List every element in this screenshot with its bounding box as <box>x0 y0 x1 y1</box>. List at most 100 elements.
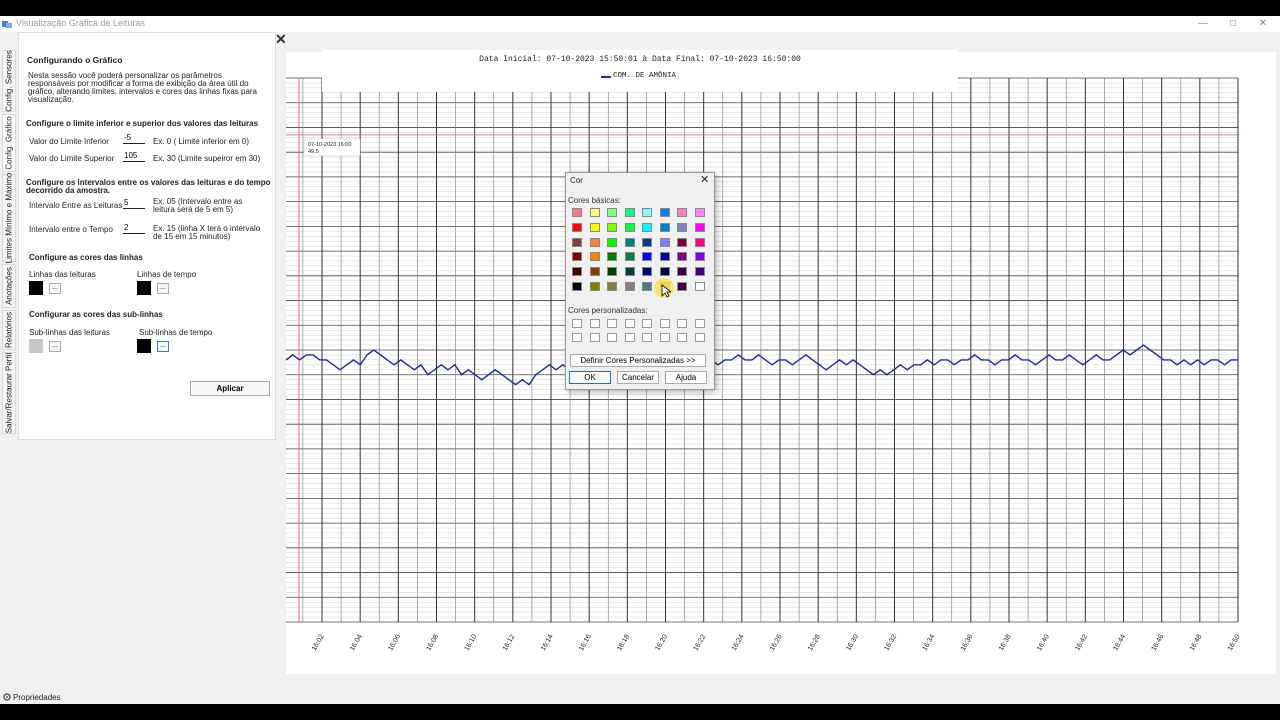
basic-color-swatch[interactable] <box>607 222 617 232</box>
basic-color-swatch[interactable] <box>589 208 600 217</box>
color-dialog-close-icon[interactable]: ✕ <box>700 173 709 186</box>
custom-color-swatch[interactable] <box>572 333 582 342</box>
reading-sublines-color-button[interactable]: ... <box>49 341 61 352</box>
x-tick-label: 16:24 <box>731 633 746 652</box>
basic-color-swatch[interactable] <box>694 282 705 291</box>
basic-color-swatch[interactable] <box>624 282 635 291</box>
custom-color-swatch[interactable] <box>659 319 670 328</box>
basic-color-swatch[interactable] <box>624 267 635 277</box>
upper-limit-input[interactable]: 105 <box>123 151 145 162</box>
custom-color-swatch[interactable] <box>589 319 600 328</box>
basic-color-swatch[interactable] <box>642 222 652 232</box>
basic-color-swatch[interactable] <box>642 267 652 277</box>
time-interval-input[interactable]: 2 <box>123 223 145 234</box>
basic-color-swatch[interactable] <box>659 252 670 262</box>
custom-color-swatch[interactable] <box>589 333 600 342</box>
tab-config-sensores[interactable]: Config. Sensores <box>2 50 16 112</box>
tab-relatorios[interactable]: Relatórios <box>2 310 16 350</box>
time-sublines-color-button[interactable]: ... <box>157 341 169 352</box>
chart-title: Data Inicial: 07-10-2023 15:50:01 à Data… <box>479 55 801 64</box>
x-tick-label: 16:32 <box>883 633 898 652</box>
basic-color-swatch[interactable] <box>694 252 705 262</box>
status-properties[interactable]: Propriedades <box>13 693 61 702</box>
basic-color-swatch[interactable] <box>677 282 687 291</box>
panel-close-icon[interactable]: ✕ <box>275 31 287 48</box>
custom-colors-label: Cores personalizadas: <box>568 306 648 315</box>
custom-color-swatch[interactable] <box>624 319 635 328</box>
tab-config-grafico[interactable]: Config. Gráfico <box>2 114 16 172</box>
basic-color-swatch[interactable] <box>589 282 600 291</box>
time-sublines-label: Sub-linhas de tempo <box>139 328 213 337</box>
basic-color-swatch[interactable] <box>607 237 617 247</box>
basic-color-swatch[interactable] <box>624 222 635 232</box>
lower-limit-input[interactable]: -5 <box>123 133 145 144</box>
tab-anotacoes[interactable]: Anotações <box>2 264 16 308</box>
x-tick-label: 16:22 <box>693 633 708 652</box>
basic-color-swatch[interactable] <box>607 208 617 217</box>
reading-sublines-color-swatch <box>29 339 43 353</box>
ok-button[interactable]: OK <box>569 371 611 384</box>
apply-button[interactable]: Aplicar <box>190 381 270 396</box>
maximize-button[interactable]: □ <box>1218 16 1248 32</box>
time-lines-color-button[interactable]: ... <box>157 283 169 294</box>
basic-color-swatch[interactable] <box>694 208 705 217</box>
basic-color-swatch[interactable] <box>659 267 670 277</box>
custom-color-swatch[interactable] <box>607 333 617 342</box>
basic-color-swatch[interactable] <box>694 222 705 232</box>
basic-color-swatch[interactable] <box>572 237 582 247</box>
basic-color-swatch[interactable] <box>694 267 705 277</box>
basic-color-swatch[interactable] <box>589 222 600 232</box>
basic-color-swatch[interactable] <box>677 267 687 277</box>
window-close-button[interactable]: ✕ <box>1248 16 1278 32</box>
custom-color-swatch[interactable] <box>677 333 687 342</box>
basic-color-swatch[interactable] <box>607 267 617 277</box>
custom-color-swatch[interactable] <box>607 319 617 328</box>
custom-color-swatch[interactable] <box>677 319 687 328</box>
basic-color-swatch[interactable] <box>659 222 670 232</box>
reading-lines-color-button[interactable]: ... <box>49 283 61 294</box>
custom-color-swatch[interactable] <box>572 319 582 328</box>
reading-interval-input[interactable]: 5 <box>123 198 145 209</box>
basic-color-swatch[interactable] <box>607 252 617 262</box>
basic-color-swatch[interactable] <box>642 252 652 262</box>
basic-color-swatch[interactable] <box>589 237 600 247</box>
cancel-button[interactable]: Cancelar <box>617 371 659 384</box>
tab-salvar-perfil[interactable]: Salvar/Restaurar Perfil <box>2 352 16 434</box>
basic-color-swatch[interactable] <box>677 237 687 247</box>
help-button[interactable]: Ajuda <box>665 371 707 384</box>
minimize-button[interactable]: — <box>1188 16 1218 32</box>
basic-color-swatch[interactable] <box>677 208 687 217</box>
basic-color-swatch[interactable] <box>607 282 617 291</box>
custom-color-swatch[interactable] <box>694 319 705 328</box>
marker-label-time: 07-10-2023 16:00 <box>308 142 351 148</box>
define-custom-colors-button[interactable]: Definir Cores Personalizadas >> <box>570 354 706 367</box>
basic-color-swatch[interactable] <box>694 237 705 247</box>
x-tick-label: 16:20 <box>654 633 669 652</box>
basic-color-swatch[interactable] <box>642 208 652 217</box>
custom-color-swatch[interactable] <box>659 333 670 342</box>
time-lines-color-swatch <box>137 281 151 295</box>
basic-color-swatch[interactable] <box>642 282 652 291</box>
basic-color-swatch[interactable] <box>677 222 687 232</box>
x-tick-label: 16:26 <box>769 633 784 652</box>
basic-color-swatch[interactable] <box>624 237 635 247</box>
custom-color-swatch[interactable] <box>624 333 635 342</box>
custom-color-swatch[interactable] <box>642 333 652 342</box>
custom-color-swatch[interactable] <box>694 333 705 342</box>
custom-color-swatch[interactable] <box>642 319 652 328</box>
basic-color-swatch[interactable] <box>642 237 652 247</box>
basic-color-swatch[interactable] <box>659 237 670 247</box>
basic-color-swatch[interactable] <box>572 282 582 291</box>
basic-color-swatch[interactable] <box>572 222 582 232</box>
basic-color-swatch[interactable] <box>572 267 582 277</box>
basic-color-swatch[interactable] <box>572 208 582 217</box>
basic-color-swatch[interactable] <box>624 208 635 217</box>
basic-color-swatch[interactable] <box>677 252 687 262</box>
time-interval-label: Intervalo entre o Tempo <box>29 225 113 234</box>
tab-limites[interactable]: Limites Mínimo e Máximo <box>2 173 16 263</box>
basic-color-swatch[interactable] <box>589 267 600 277</box>
basic-color-swatch[interactable] <box>624 252 635 262</box>
basic-color-swatch[interactable] <box>572 252 582 262</box>
basic-color-swatch[interactable] <box>589 252 600 262</box>
basic-color-swatch[interactable] <box>659 208 670 217</box>
